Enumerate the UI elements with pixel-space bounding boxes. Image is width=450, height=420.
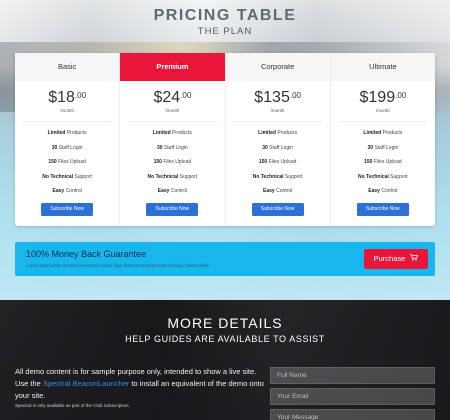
purchase-button[interactable]: Purchase [364, 249, 428, 269]
subscribe-button-premium[interactable]: Subscribe Now [146, 202, 199, 216]
plan-name: Ultimate [330, 53, 435, 81]
feature-item: No Technical Support [358, 173, 408, 180]
plan-name: Premium [120, 53, 225, 81]
details-paragraph: All demo content is for sample purpose o… [15, 367, 264, 400]
price-amount: 18 [57, 89, 75, 106]
plan-name: Corporate [225, 53, 330, 81]
subscription-note: Spectral is only available as part of th… [15, 403, 130, 408]
subscribe-button-corporate[interactable]: Subscribe Now [251, 202, 304, 216]
price-cents: .00 [289, 91, 301, 100]
feature-item: 150 Files Upload [364, 159, 402, 165]
page-subtitle: THE PLAN [197, 26, 253, 37]
feature-item: 30 Staff Login [262, 144, 294, 151]
feature-item: 150 Files Upload [153, 159, 192, 165]
guarantee-text: Lorem ipsum dolor sit amet maecenas orna… [26, 263, 210, 268]
price-amount: 135 [263, 89, 290, 106]
divider [338, 121, 427, 122]
feature-item: 30 Staff Login [367, 144, 399, 151]
guarantee-banner: 100% Money Back Guarantee Lorem ipsum do… [15, 242, 435, 276]
feature-list: Limited Products 30 Staff Login 150 File… [331, 126, 435, 199]
feature-item: Easy Control [368, 188, 398, 194]
divider [233, 121, 322, 122]
feature-item: Easy Control [157, 188, 187, 194]
price-currency: $ [48, 89, 58, 106]
price-cents: .00 [180, 91, 192, 100]
section-subtitle: HELP GUIDES ARE AVAILABLE TO ASSIST [125, 334, 325, 344]
plan-price: $135.00 [226, 89, 330, 107]
price-period: /month [60, 108, 74, 113]
purchase-label: Purchase [373, 254, 406, 263]
price-amount: 24 [162, 89, 181, 106]
price-cents: .00 [74, 91, 87, 100]
feature-item: 150 Files Upload [48, 159, 86, 165]
beacon-launcher-link[interactable]: Spectral BeaconLauncher [43, 379, 129, 388]
feature-item: No Technical Support [147, 173, 198, 180]
section-title: MORE DETAILS [167, 315, 283, 331]
plan-card-corporate: Corporate $135.00 /month Limited Product… [225, 53, 331, 226]
feature-item: 150 Files Upload [258, 159, 297, 165]
price-cents: .00 [395, 91, 407, 100]
page-title: PRICING TABLE [153, 7, 297, 24]
full-name-input[interactable]: Full Name [270, 367, 435, 384]
pricing-table: Basic $18.00 /month Limited Products 30 … [15, 53, 435, 226]
price-currency: $ [254, 89, 264, 106]
subscribe-button-basic[interactable]: Subscribe Now [41, 202, 94, 216]
plan-card-ultimate: Ultimate $199.00 /month Limited Products… [330, 53, 435, 226]
feature-item: Easy Control [263, 188, 293, 194]
plan-name: Basic [15, 53, 120, 81]
message-input[interactable]: Your Message [270, 409, 435, 420]
plan-card-premium: Premium $24.00 /month Limited Products 3… [120, 53, 226, 226]
divider [23, 121, 112, 122]
feature-item: Limited Products [363, 130, 403, 136]
price-period: /month [375, 108, 390, 113]
feature-item: Limited Products [152, 130, 192, 136]
feature-item: No Technical Support [42, 173, 92, 180]
feature-list: Limited Products 30 Staff Login 150 File… [120, 126, 224, 199]
plan-price: $199.00 [331, 89, 435, 107]
price-amount: 199 [368, 89, 396, 106]
price-period: /month [270, 108, 285, 113]
feature-item: No Technical Support [252, 173, 303, 180]
plan-price: $24.00 [120, 89, 224, 107]
feature-item: Limited Products [47, 130, 87, 136]
feature-item: Limited Products [258, 130, 298, 136]
feature-item: 30 Staff Login [51, 144, 83, 151]
guarantee-title: 100% Money Back Guarantee [26, 249, 147, 259]
subscribe-button-ultimate[interactable]: Subscribe Now [356, 202, 409, 216]
feature-list: Limited Products 30 Staff Login 150 File… [15, 126, 119, 199]
plan-price: $18.00 [15, 89, 119, 107]
plan-card-basic: Basic $18.00 /month Limited Products 30 … [15, 53, 121, 226]
email-input[interactable]: Your Email [270, 388, 435, 405]
divider [128, 121, 217, 122]
feature-item: 30 Staff Login [156, 144, 188, 151]
cart-icon [410, 249, 419, 269]
feature-item: Easy Control [52, 188, 82, 194]
more-details-section: MORE DETAILS HELP GUIDES ARE AVAILABLE T… [0, 300, 450, 420]
price-period: /month [165, 108, 180, 113]
feature-list: Limited Products 30 Staff Login 150 File… [226, 126, 330, 199]
